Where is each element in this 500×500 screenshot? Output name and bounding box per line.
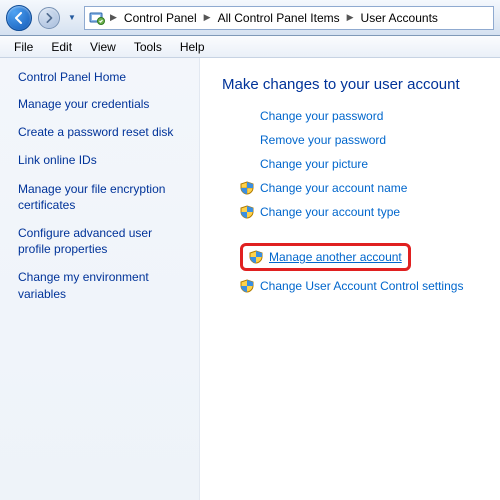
action-remove-password[interactable]: Remove your password <box>240 133 490 147</box>
menu-bar: File Edit View Tools Help <box>0 36 500 58</box>
action-change-password[interactable]: Change your password <box>240 109 490 123</box>
menu-tools[interactable]: Tools <box>126 38 170 56</box>
sidebar-link-encryption[interactable]: Manage your file encryption certificates <box>18 181 185 213</box>
menu-edit[interactable]: Edit <box>43 38 80 56</box>
forward-button[interactable] <box>38 7 60 29</box>
action-change-type[interactable]: Change your account type <box>240 205 490 219</box>
action-label: Change your account type <box>260 205 400 219</box>
action-change-name[interactable]: Change your account name <box>240 181 490 195</box>
back-button[interactable] <box>6 5 32 31</box>
uac-shield-icon <box>240 279 254 293</box>
action-manage-another-account[interactable]: Manage another account <box>240 243 411 271</box>
main-content: Make changes to your user account Change… <box>200 58 500 500</box>
sidebar-link-credentials[interactable]: Manage your credentials <box>18 96 185 112</box>
sidebar-link-password-reset[interactable]: Create a password reset disk <box>18 124 185 140</box>
sidebar-link-profile[interactable]: Configure advanced user profile properti… <box>18 225 185 257</box>
sidebar: Control Panel Home Manage your credentia… <box>0 58 200 500</box>
uac-shield-icon <box>249 250 263 264</box>
breadcrumb[interactable]: ▶ Control Panel ▶ All Control Panel Item… <box>84 6 494 30</box>
control-panel-icon <box>89 10 105 26</box>
chevron-right-icon: ▶ <box>107 12 120 23</box>
menu-view[interactable]: View <box>82 38 124 56</box>
chevron-right-icon: ▶ <box>201 12 214 23</box>
page-title: Make changes to your user account <box>222 76 490 93</box>
nav-history-dropdown[interactable]: ▼ <box>66 5 78 31</box>
action-label: Manage another account <box>269 250 402 264</box>
address-bar: ▼ ▶ Control Panel ▶ All Control Panel It… <box>0 0 500 36</box>
menu-file[interactable]: File <box>6 38 41 56</box>
sidebar-heading[interactable]: Control Panel Home <box>18 70 185 84</box>
action-label: Change your password <box>260 109 383 123</box>
chevron-right-icon: ▶ <box>344 12 357 23</box>
action-list: Change your password Remove your passwor… <box>222 109 490 293</box>
breadcrumb-item[interactable]: All Control Panel Items <box>216 11 342 25</box>
action-label: Remove your password <box>260 133 386 147</box>
action-label: Change your account name <box>260 181 407 195</box>
breadcrumb-item[interactable]: Control Panel <box>122 11 199 25</box>
menu-help[interactable]: Help <box>172 38 213 56</box>
breadcrumb-item[interactable]: User Accounts <box>359 11 440 25</box>
uac-shield-icon <box>240 181 254 195</box>
uac-shield-icon <box>240 205 254 219</box>
action-label: Change User Account Control settings <box>260 279 463 293</box>
action-change-picture[interactable]: Change your picture <box>240 157 490 171</box>
sidebar-link-online-ids[interactable]: Link online IDs <box>18 152 185 168</box>
sidebar-link-env-vars[interactable]: Change my environment variables <box>18 269 185 301</box>
action-label: Change your picture <box>260 157 368 171</box>
action-uac-settings[interactable]: Change User Account Control settings <box>240 279 490 293</box>
